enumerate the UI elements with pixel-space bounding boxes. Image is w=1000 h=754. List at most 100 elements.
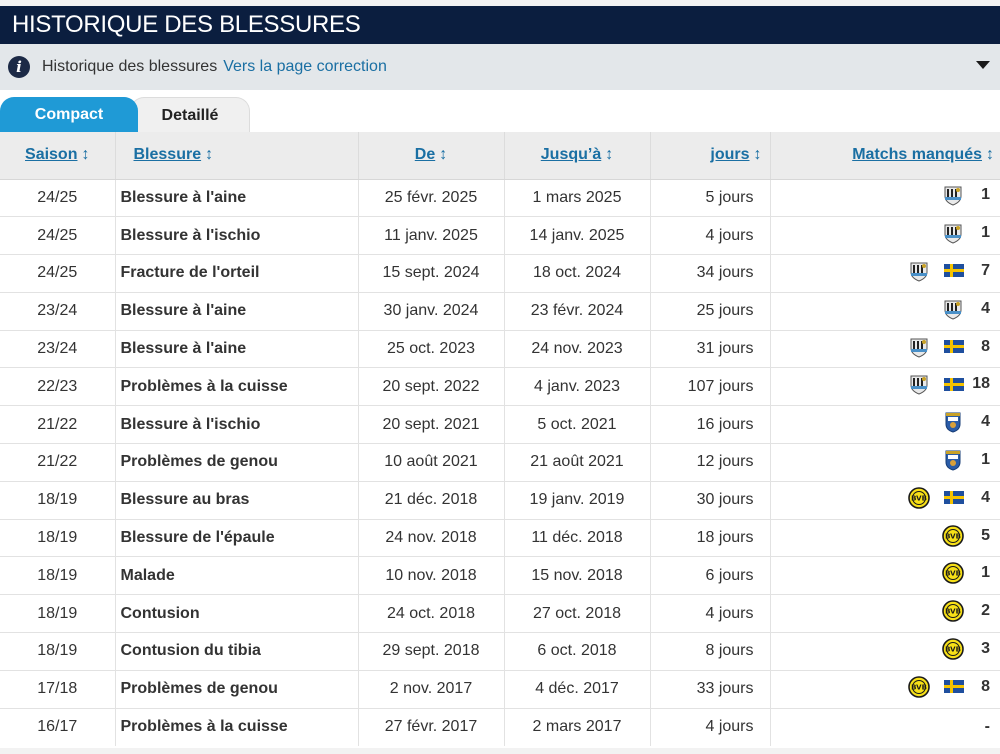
from-date-cell: 24 nov. 2018: [358, 519, 505, 558]
table-row: 24/25 Fracture de l'orteil 15 sept. 2024 18…: [0, 254, 1000, 293]
newcastle-crest-icon[interactable]: [942, 222, 964, 244]
games-missed-group: 1: [928, 184, 990, 206]
until-date-cell: 24 nov. 2023: [504, 330, 651, 369]
from-date-cell: 27 févr. 2017: [358, 708, 505, 746]
season-cell: 24/25: [0, 254, 116, 293]
info-bar[interactable]: i Historique des blessures Vers la page …: [0, 44, 1000, 90]
table-row: 18/19 Blessure de l'épaule 24 nov. 2018 11 …: [0, 519, 1000, 558]
newcastle-crest-icon[interactable]: [908, 336, 930, 358]
from-date-cell: 21 déc. 2018: [358, 481, 505, 520]
games-missed-count: 8: [981, 677, 990, 695]
sweden-flag-icon[interactable]: [944, 377, 964, 391]
sweden-flag-icon[interactable]: [944, 340, 964, 354]
games-missed-group: BVB 1: [928, 562, 990, 585]
season-cell: 23/24: [0, 330, 116, 369]
table-row: 21/22 Blessure à l'ischio 20 sept. 2021 5 o…: [0, 405, 1000, 445]
real-sociedad-crest-icon[interactable]: [942, 411, 964, 433]
days-cell: 5 jours: [650, 179, 771, 218]
dortmund-crest-icon[interactable]: BVB: [942, 600, 964, 622]
newcastle-crest-icon[interactable]: [942, 298, 964, 320]
tab-compact[interactable]: Compact: [0, 97, 138, 132]
from-date-cell: 24 oct. 2018: [358, 594, 505, 634]
sort-icon: ↕: [81, 146, 90, 164]
until-date-cell: 23 févr. 2024: [504, 292, 651, 331]
until-date-cell: 4 janv. 2023: [504, 367, 651, 407]
injury-cell: Blessure au bras: [115, 481, 359, 520]
view-tabs: Detaillé Compact: [0, 90, 1000, 132]
sort-icon: ↕: [439, 146, 448, 164]
column-header-until[interactable]: Jusqu’à ↕: [504, 132, 651, 180]
correction-link[interactable]: Vers la page correction: [223, 58, 387, 76]
season-cell: 24/25: [0, 216, 116, 256]
column-header-season[interactable]: Saison ↕: [0, 132, 116, 180]
games-missed-cell: -: [770, 708, 1000, 746]
table-row: 24/25 Blessure à l'aine 25 févr. 2025 1 mar…: [0, 179, 1000, 218]
days-cell: 12 jours: [650, 443, 771, 482]
dortmund-crest-icon[interactable]: BVB: [908, 675, 930, 698]
games-missed-cell: BVB 8: [770, 670, 1000, 709]
season-cell: 16/17: [0, 708, 116, 746]
sweden-flag-icon[interactable]: [944, 680, 964, 694]
column-header-days[interactable]: jours ↕: [650, 132, 771, 180]
season-cell: 17/18: [0, 670, 116, 709]
dortmund-crest-icon[interactable]: BVB: [942, 638, 964, 660]
dortmund-crest-icon[interactable]: BVB: [942, 524, 964, 547]
games-missed-group: -: [964, 718, 990, 736]
column-header-from[interactable]: De ↕: [358, 132, 505, 180]
games-missed-cell: 1: [770, 179, 1000, 218]
games-missed-group: 4: [928, 298, 990, 320]
sort-icon: ↕: [605, 146, 614, 164]
days-cell: 34 jours: [650, 254, 771, 293]
from-date-cell: 11 janv. 2025: [358, 216, 505, 256]
games-missed-count: 2: [981, 602, 990, 620]
days-cell: 16 jours: [650, 405, 771, 445]
days-cell: 30 jours: [650, 481, 771, 520]
until-date-cell: 4 déc. 2017: [504, 670, 651, 709]
days-cell: 8 jours: [650, 632, 771, 671]
injury-cell: Blessure de l'épaule: [115, 519, 359, 558]
games-missed-count: -: [984, 718, 990, 736]
until-date-cell: 11 déc. 2018: [504, 519, 651, 558]
sweden-flag-icon[interactable]: [944, 264, 964, 278]
games-missed-cell: BVB 3: [770, 632, 1000, 671]
games-missed-group: BVB 8: [894, 675, 990, 698]
season-cell: 23/24: [0, 292, 116, 331]
from-date-cell: 29 sept. 2018: [358, 632, 505, 671]
games-missed-cell: 4: [770, 405, 1000, 445]
games-missed-cell: BVB 5: [770, 519, 1000, 558]
days-cell: 33 jours: [650, 670, 771, 709]
games-missed-count: 7: [981, 261, 990, 279]
table-row: 24/25 Blessure à l'ischio 11 janv. 2025 14 …: [0, 216, 1000, 256]
until-date-cell: 6 oct. 2018: [504, 632, 651, 671]
chevron-down-icon[interactable]: [976, 61, 990, 69]
games-missed-cell: 8: [770, 330, 1000, 369]
from-date-cell: 2 nov. 2017: [358, 670, 505, 709]
sweden-flag-icon[interactable]: [944, 491, 964, 505]
games-missed-cell: BVB 1: [770, 556, 1000, 596]
injury-cell: Blessure à l'ischio: [115, 216, 359, 256]
season-cell: 18/19: [0, 594, 116, 634]
injury-cell: Blessure à l'aine: [115, 292, 359, 331]
season-cell: 24/25: [0, 179, 116, 218]
page-title: HISTORIQUE DES BLESSURES: [12, 11, 361, 38]
until-date-cell: 19 janv. 2019: [504, 481, 651, 520]
games-missed-cell: 1: [770, 216, 1000, 256]
days-cell: 4 jours: [650, 216, 771, 256]
real-sociedad-crest-icon[interactable]: [942, 449, 964, 471]
svg-text:BVB: BVB: [945, 608, 961, 616]
dortmund-crest-icon[interactable]: BVB: [942, 562, 964, 585]
injury-table: Saison ↕ Blessure ↕ De ↕ Jusqu’à ↕ jours ↕ Ma…: [0, 132, 1000, 746]
games-missed-group: BVB 4: [894, 486, 990, 509]
newcastle-crest-icon[interactable]: [942, 184, 964, 206]
tab-detailed[interactable]: Detaillé: [130, 97, 250, 132]
table-row: 22/23 Problèmes à la cuisse 20 sept. 2022 4…: [0, 367, 1000, 407]
newcastle-crest-icon[interactable]: [908, 260, 930, 282]
newcastle-crest-icon[interactable]: [908, 373, 930, 395]
column-header-injury[interactable]: Blessure ↕: [115, 132, 359, 180]
games-missed-count: 8: [981, 337, 990, 355]
svg-text:BVB: BVB: [911, 683, 927, 691]
dortmund-crest-icon[interactable]: BVB: [908, 486, 930, 509]
injury-cell: Fracture de l'orteil: [115, 254, 359, 293]
column-header-games-missed[interactable]: Matchs manqués ↕: [770, 132, 1000, 180]
games-missed-cell: BVB 2: [770, 594, 1000, 634]
